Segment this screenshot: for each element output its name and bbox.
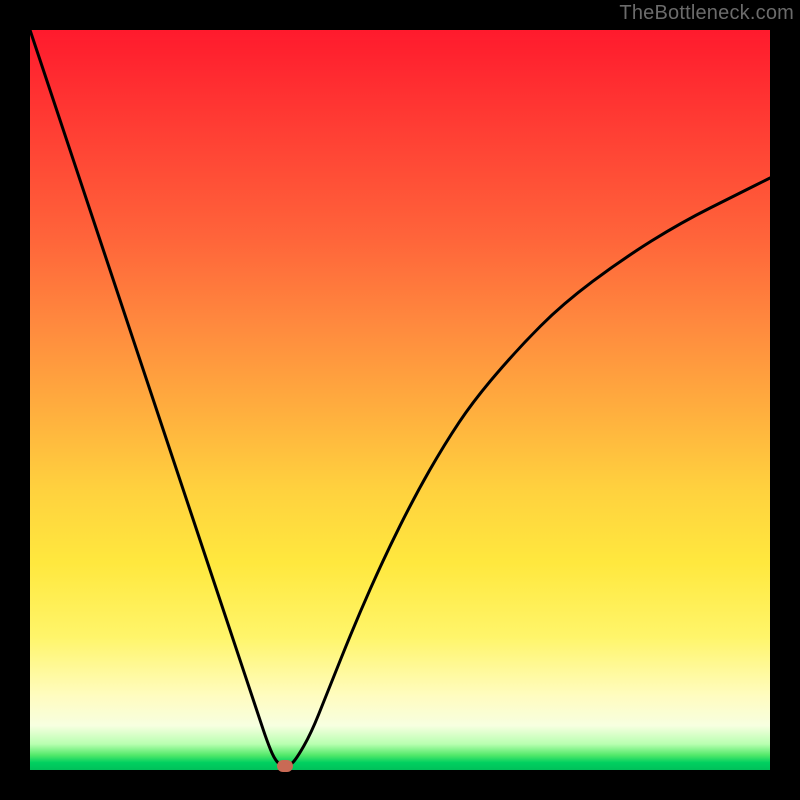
- bottleneck-curve: [30, 30, 770, 770]
- optimum-marker: [277, 760, 293, 772]
- plot-area: [30, 30, 770, 770]
- chart-frame: TheBottleneck.com: [0, 0, 800, 800]
- attribution-label: TheBottleneck.com: [619, 2, 794, 25]
